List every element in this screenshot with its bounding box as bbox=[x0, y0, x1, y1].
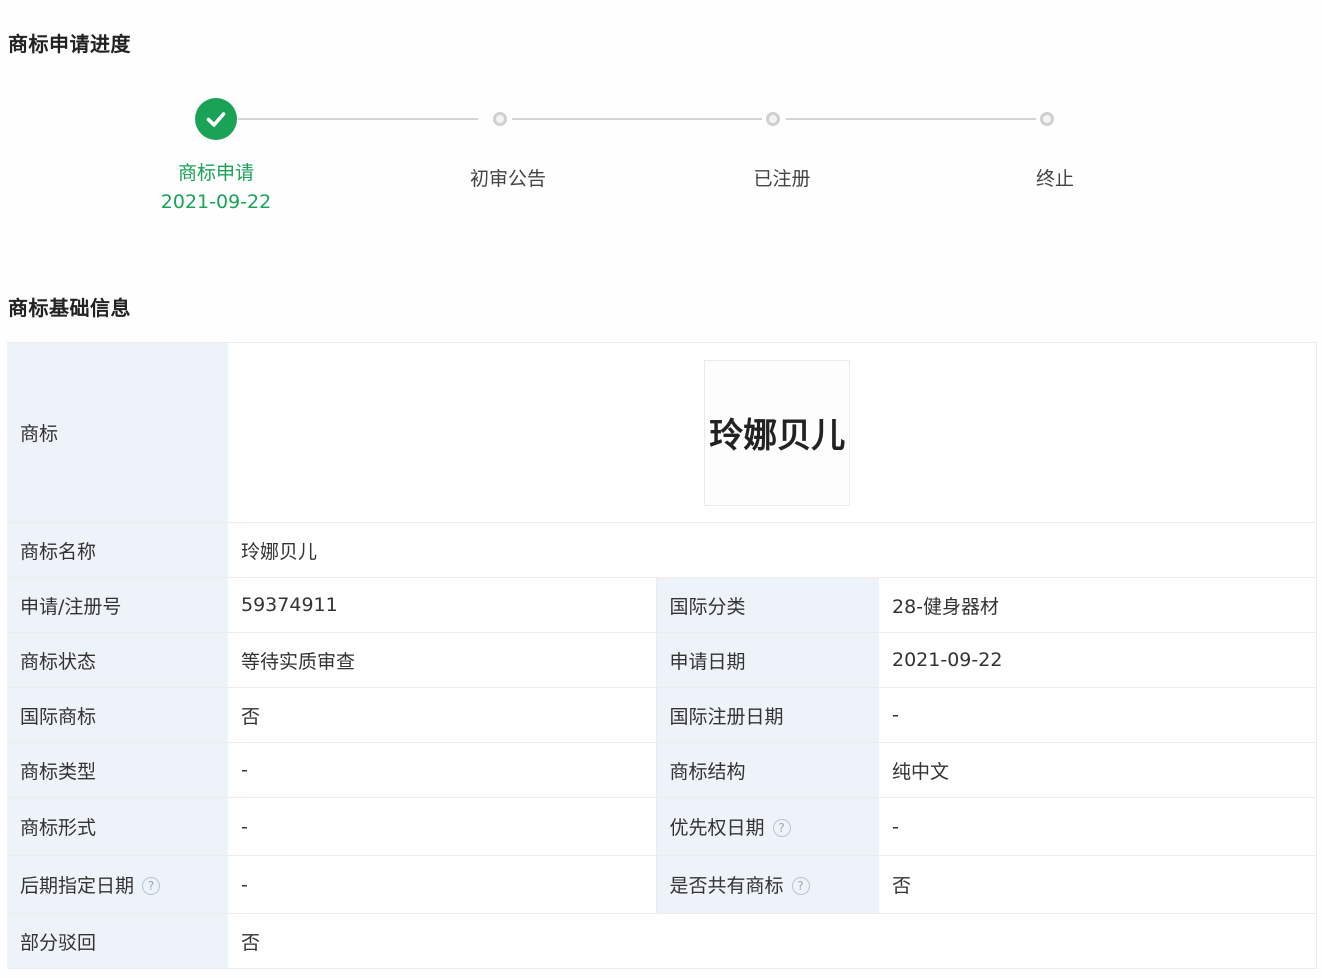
field-label: 部分驳回 bbox=[7, 913, 228, 969]
field-label: 商标结构 bbox=[656, 742, 879, 798]
field-value: 28-健身器材 bbox=[879, 577, 1317, 633]
basic-info-section-title: 商标基础信息 bbox=[8, 296, 131, 320]
question-circle-icon[interactable]: ? bbox=[791, 876, 810, 895]
field-value: 否 bbox=[228, 687, 657, 743]
question-circle-icon[interactable]: ? bbox=[772, 818, 791, 837]
trademark-info-table: 商标 玲娜贝儿 商标名称 玲娜贝儿 申请/注册号 59374911 国际分类 2… bbox=[7, 342, 1317, 969]
field-label-with-help: 优先权日期? bbox=[656, 797, 879, 856]
field-label: 国际注册日期 bbox=[656, 687, 879, 743]
field-label-with-help: 是否共有商标? bbox=[656, 855, 879, 914]
field-label: 商标状态 bbox=[7, 632, 228, 688]
table-row: 商标名称 玲娜贝儿 bbox=[7, 522, 1317, 578]
field-label: 商标形式 bbox=[7, 797, 228, 856]
table-row: 商标状态 等待实质审查 申请日期 2021-09-22 bbox=[7, 632, 1317, 688]
step-registered: 已注册 bbox=[673, 95, 873, 193]
trademark-logo-image: 玲娜贝儿 bbox=[704, 359, 851, 506]
field-value: 纯中文 bbox=[879, 742, 1317, 798]
pending-dot-icon bbox=[1040, 112, 1054, 126]
field-value: 等待实质审查 bbox=[228, 632, 657, 688]
step-terminated: 终止 bbox=[947, 95, 1147, 193]
progress-section-title: 商标申请进度 bbox=[8, 32, 131, 56]
field-value: 否 bbox=[228, 913, 1317, 969]
progress-stepper: 商标申请 2021-09-22 初审公告 已注册 终止 bbox=[0, 95, 1322, 225]
table-row: 商标类型 - 商标结构 纯中文 bbox=[7, 742, 1317, 798]
table-row: 申请/注册号 59374911 国际分类 28-健身器材 bbox=[7, 577, 1317, 633]
step-label: 商标申请 bbox=[177, 162, 254, 184]
logo-label: 商标 bbox=[7, 342, 228, 523]
field-value: 2021-09-22 bbox=[879, 632, 1317, 688]
pending-dot-icon bbox=[766, 112, 780, 126]
table-row: 国际商标 否 国际注册日期 - bbox=[7, 687, 1317, 743]
field-label: 申请日期 bbox=[656, 632, 879, 688]
field-value: - bbox=[228, 797, 657, 856]
field-value: - bbox=[879, 797, 1317, 856]
table-row: 后期指定日期? - 是否共有商标? 否 bbox=[7, 855, 1317, 914]
field-value: - bbox=[879, 687, 1317, 743]
step-label: 初审公告 bbox=[469, 168, 546, 190]
field-value: 否 bbox=[879, 855, 1317, 914]
table-row: 商标形式 - 优先权日期? - bbox=[7, 797, 1317, 856]
name-label: 商标名称 bbox=[7, 522, 228, 578]
pending-dot-icon bbox=[493, 112, 507, 126]
check-icon bbox=[195, 98, 237, 140]
step-label: 已注册 bbox=[753, 168, 811, 190]
name-value: 玲娜贝儿 bbox=[228, 522, 1317, 578]
field-label: 商标类型 bbox=[7, 742, 228, 798]
field-label-with-help: 后期指定日期? bbox=[7, 855, 228, 914]
table-row: 商标 玲娜贝儿 bbox=[7, 342, 1317, 523]
field-label: 优先权日期 bbox=[669, 817, 765, 839]
field-label: 后期指定日期 bbox=[20, 875, 135, 897]
table-row: 部分驳回 否 bbox=[7, 913, 1317, 969]
field-value: 59374911 bbox=[228, 577, 657, 633]
field-label: 国际分类 bbox=[656, 577, 879, 633]
step-label: 终止 bbox=[1035, 168, 1074, 190]
logo-cell: 玲娜贝儿 bbox=[228, 342, 1317, 523]
step-publication: 初审公告 bbox=[400, 95, 600, 193]
question-circle-icon[interactable]: ? bbox=[142, 876, 161, 895]
field-label: 是否共有商标 bbox=[669, 875, 784, 897]
field-label: 申请/注册号 bbox=[7, 577, 228, 633]
step-apply: 商标申请 2021-09-22 bbox=[116, 95, 316, 217]
field-value: - bbox=[228, 855, 657, 914]
field-label: 国际商标 bbox=[7, 687, 228, 743]
step-date: 2021-09-22 bbox=[160, 191, 272, 213]
field-value: - bbox=[228, 742, 657, 798]
